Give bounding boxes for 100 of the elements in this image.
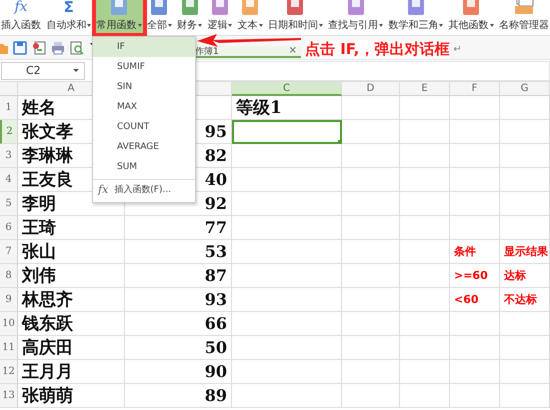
selected-cell[interactable] (232, 120, 342, 144)
table-cell[interactable] (400, 360, 450, 384)
table-cell[interactable] (342, 312, 400, 336)
table-cell[interactable] (500, 312, 550, 336)
table-cell[interactable] (342, 384, 400, 408)
table-cell[interactable] (500, 120, 550, 144)
table-cell[interactable]: 93 (125, 288, 232, 312)
table-cell[interactable] (342, 96, 400, 120)
table-cell[interactable] (500, 96, 550, 120)
menu-item[interactable]: SUMIF (93, 57, 195, 77)
table-cell[interactable] (450, 384, 500, 408)
table-cell[interactable] (450, 216, 500, 240)
column-header[interactable]: F (450, 82, 500, 96)
table-cell[interactable] (400, 216, 450, 240)
table-cell[interactable] (400, 240, 450, 264)
row-header[interactable]: 12 (0, 360, 18, 384)
table-cell[interactable]: 张萌萌 (18, 384, 125, 408)
table-cell[interactable] (450, 336, 500, 360)
table-cell[interactable] (500, 384, 550, 408)
table-cell[interactable]: 77 (125, 216, 232, 240)
row-header[interactable]: 7 (0, 240, 18, 264)
table-cell[interactable]: <60 (450, 288, 500, 312)
table-cell[interactable]: 等级1 (232, 96, 342, 120)
table-cell[interactable] (232, 240, 342, 264)
table-cell[interactable] (232, 336, 342, 360)
table-cell[interactable]: 刘伟 (18, 264, 125, 288)
ribbon-button[interactable]: 逻辑 (206, 0, 234, 35)
table-cell[interactable] (500, 144, 550, 168)
table-cell[interactable]: 条件 (450, 240, 500, 264)
table-cell[interactable]: >=60 (450, 264, 500, 288)
table-cell[interactable] (342, 216, 400, 240)
ribbon-button[interactable]: Σ 自动求和 (45, 0, 92, 35)
row-header[interactable]: 10 (0, 312, 18, 336)
table-cell[interactable]: 王月月 (18, 360, 125, 384)
ribbon-button[interactable]: 文本 (236, 0, 264, 35)
column-header[interactable]: C (232, 82, 342, 96)
row-header[interactable]: 3 (0, 144, 18, 168)
table-cell[interactable] (450, 312, 500, 336)
ribbon-button[interactable]: 其他函数 (448, 0, 495, 35)
table-cell[interactable] (450, 192, 500, 216)
table-cell[interactable]: 显示结果 (500, 240, 550, 264)
table-cell[interactable] (232, 360, 342, 384)
table-cell[interactable] (500, 336, 550, 360)
table-cell[interactable]: 66 (125, 312, 232, 336)
table-cell[interactable] (450, 360, 500, 384)
table-cell[interactable] (232, 384, 342, 408)
table-cell[interactable] (232, 168, 342, 192)
ribbon-button[interactable]: 数学和三角 (387, 0, 444, 35)
table-cell[interactable] (342, 192, 400, 216)
table-cell[interactable] (342, 264, 400, 288)
table-cell[interactable]: 王琦 (18, 216, 125, 240)
table-cell[interactable]: 高庆田 (18, 336, 125, 360)
row-header[interactable]: 6 (0, 216, 18, 240)
table-cell[interactable] (232, 144, 342, 168)
row-header[interactable]: 4 (0, 168, 18, 192)
select-all-corner[interactable] (0, 82, 18, 96)
close-icon[interactable]: × (288, 46, 297, 56)
table-cell[interactable]: 林思齐 (18, 288, 125, 312)
table-cell[interactable] (342, 336, 400, 360)
table-cell[interactable] (232, 288, 342, 312)
table-cell[interactable] (450, 144, 500, 168)
name-box[interactable]: C2 (1, 62, 85, 80)
table-cell[interactable] (400, 288, 450, 312)
table-cell[interactable] (450, 120, 500, 144)
table-cell[interactable] (450, 96, 500, 120)
column-header[interactable]: D (342, 82, 400, 96)
row-header[interactable]: 5 (0, 192, 18, 216)
table-cell[interactable] (342, 288, 400, 312)
row-header[interactable]: 1 (0, 96, 18, 120)
table-cell[interactable]: 87 (125, 264, 232, 288)
table-cell[interactable] (400, 168, 450, 192)
table-cell[interactable] (400, 96, 450, 120)
menu-item[interactable]: IF (93, 37, 195, 57)
table-cell[interactable]: 50 (125, 336, 232, 360)
row-header[interactable]: 8 (0, 264, 18, 288)
table-cell[interactable] (232, 216, 342, 240)
table-cell[interactable] (400, 264, 450, 288)
table-cell[interactable] (232, 264, 342, 288)
row-header[interactable]: 13 (0, 384, 18, 408)
ribbon-button[interactable]: 全部 (146, 0, 173, 35)
table-cell[interactable]: 达标 (500, 264, 550, 288)
table-cell[interactable] (342, 144, 400, 168)
table-cell[interactable]: 90 (125, 360, 232, 384)
row-header[interactable]: 2 (0, 120, 18, 144)
menu-item[interactable]: fx 插入函数(F)... (93, 179, 195, 199)
table-cell[interactable]: 钱东跃 (18, 312, 125, 336)
row-header[interactable]: 11 (0, 336, 18, 360)
caret-icon[interactable] (73, 69, 79, 72)
ribbon-button[interactable]: 日期和时间 (266, 0, 324, 35)
ribbon-button[interactable]: fx 插入函数 (0, 0, 42, 35)
table-cell[interactable] (500, 360, 550, 384)
ribbon-button[interactable]: 名称管理器 (498, 0, 550, 35)
table-cell[interactable] (342, 168, 400, 192)
ribbon-button[interactable]: 财务 (176, 0, 204, 35)
table-cell[interactable] (450, 168, 500, 192)
table-cell[interactable] (500, 192, 550, 216)
table-cell[interactable]: 张山 (18, 240, 125, 264)
table-cell[interactable] (342, 360, 400, 384)
table-cell[interactable] (400, 120, 450, 144)
row-header[interactable]: 9 (0, 288, 18, 312)
